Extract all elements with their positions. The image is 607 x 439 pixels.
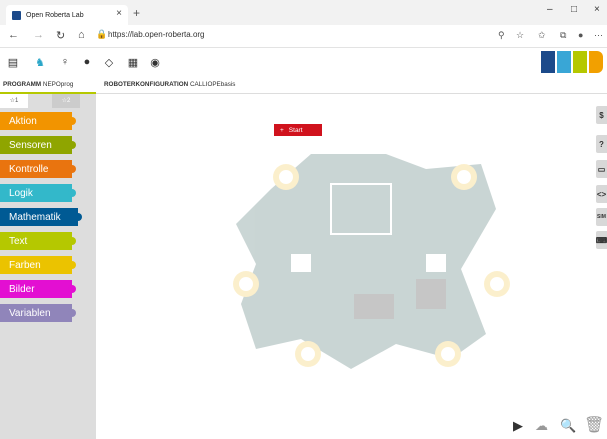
new-tab-button[interactable]: + xyxy=(133,6,140,20)
tab-robot-name: CALLIOPEbasis xyxy=(189,81,236,88)
cloud-upload-icon[interactable]: ☁ xyxy=(535,418,548,434)
favicon-icon xyxy=(12,10,21,20)
gallery-icon[interactable]: ◇ xyxy=(103,56,115,69)
serial-monitor-button[interactable]: ⌨ xyxy=(596,231,607,249)
minimize-button[interactable]: – xyxy=(547,4,553,15)
home-button[interactable]: ⌂ xyxy=(78,29,85,41)
category-sensoren[interactable]: Sensoren xyxy=(0,136,76,154)
logo-block-n xyxy=(541,51,555,73)
level-2-tab[interactable]: ☆2 xyxy=(52,94,80,108)
collections-icon[interactable]: ⧉ xyxy=(560,30,566,41)
code-view-button[interactable]: $ xyxy=(596,106,607,124)
more-icon[interactable]: ⋯ xyxy=(594,30,603,41)
start-block[interactable]: + Start xyxy=(274,124,322,136)
tab-program-name: NEPOprog xyxy=(42,81,74,88)
address-bar-row: ← → ↻ ⌂ 🔒 https://lab.open-roberta.org ⚲… xyxy=(0,25,607,48)
forward-button[interactable]: → xyxy=(33,29,44,41)
blockly-workspace[interactable]: + Start xyxy=(96,94,607,439)
category-kontrolle[interactable]: Kontrolle xyxy=(0,160,76,178)
category-logik[interactable]: Logik xyxy=(0,184,76,202)
category-bilder[interactable]: Bilder xyxy=(0,280,76,298)
close-window-button[interactable]: × xyxy=(594,4,600,15)
user-icon[interactable]: ● xyxy=(81,56,93,68)
blockly-toolbox: ☆1 ☆2 Aktion Sensoren Kontrolle Logik Mathem… xyxy=(0,94,96,439)
maximize-button[interactable]: □ xyxy=(571,4,577,15)
app-tabs: PROGRAMM NEPOprog ROBOTERKONFIGURATION C… xyxy=(0,76,607,94)
help-button[interactable]: ? xyxy=(596,135,607,153)
run-icon[interactable]: ▶ xyxy=(513,418,523,434)
simulation-button[interactable]: SIM xyxy=(596,208,607,226)
tab-program[interactable]: PROGRAMM NEPOprog xyxy=(3,81,73,88)
tab-title: Open Roberta Lab xyxy=(26,11,84,19)
tab-robot-config[interactable]: ROBOTERKONFIGURATION CALLIOPEbasis xyxy=(104,81,235,88)
calliope-board-image xyxy=(233,154,510,369)
category-mathematik[interactable]: Mathematik xyxy=(0,208,82,226)
comment-button[interactable]: ▭ xyxy=(596,160,607,178)
favorite-star-icon[interactable]: ☆ xyxy=(516,30,524,41)
grid-icon[interactable]: ▦ xyxy=(127,56,139,69)
trash-icon[interactable]: 🗑 xyxy=(584,415,604,435)
favorites-icon[interactable]: ✩ xyxy=(538,30,546,41)
logo-block-o xyxy=(589,51,603,73)
logo-block-e xyxy=(557,51,571,73)
source-code-button[interactable]: <> xyxy=(596,185,607,203)
zoom-icon[interactable]: 🔍 xyxy=(560,418,576,434)
category-farben[interactable]: Farben xyxy=(0,256,76,274)
search-icon[interactable]: ⚲ xyxy=(498,30,505,41)
globe-icon[interactable]: ◉ xyxy=(149,56,161,69)
tab-close-icon[interactable]: × xyxy=(116,8,122,19)
tab-program-label: PROGRAMM xyxy=(3,81,42,88)
level-1-tab[interactable]: ☆1 xyxy=(0,94,28,108)
robot-icon[interactable]: ♞ xyxy=(34,56,46,69)
profile-icon[interactable]: ● xyxy=(578,30,583,40)
start-block-label: Start xyxy=(288,126,303,134)
back-button[interactable]: ← xyxy=(8,29,19,41)
category-variablen[interactable]: Variablen xyxy=(0,304,76,322)
browser-tab-strip: Open Roberta Lab × + – □ × xyxy=(0,0,607,25)
url-field[interactable]: https://lab.open-roberta.org xyxy=(108,30,205,39)
lock-icon: 🔒 xyxy=(96,29,108,39)
logo-block-p xyxy=(573,51,587,73)
tab-robot-label: ROBOTERKONFIGURATION xyxy=(104,81,189,88)
nepo-logo xyxy=(541,51,603,73)
plus-icon: + xyxy=(280,126,284,134)
browser-tab[interactable]: Open Roberta Lab × xyxy=(6,5,128,25)
app-toolbar: ▤ ♞ ♀ ● ◇ ▦ ◉ xyxy=(0,48,607,76)
category-text[interactable]: Text xyxy=(0,232,76,250)
level-tabs: ☆1 ☆2 xyxy=(0,94,96,108)
help-bulb-icon[interactable]: ♀ xyxy=(59,56,71,68)
edit-icon[interactable]: ▤ xyxy=(7,56,19,69)
category-aktion[interactable]: Aktion xyxy=(0,112,76,130)
reload-button[interactable]: ↻ xyxy=(56,29,65,42)
